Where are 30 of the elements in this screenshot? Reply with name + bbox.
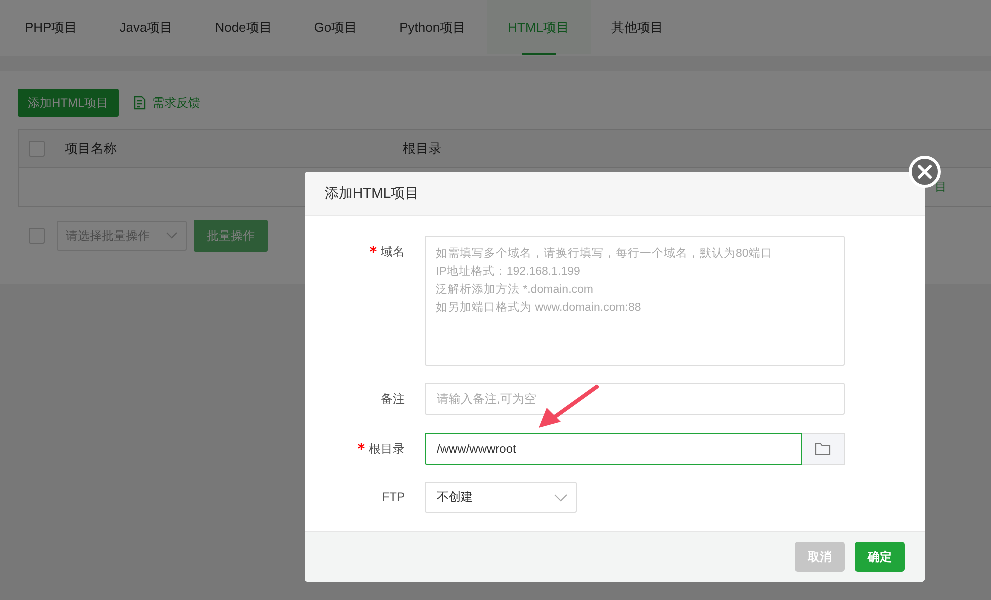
- path-field[interactable]: /www/wwwroot: [425, 433, 802, 465]
- tab[interactable]: HTML项目: [487, 0, 590, 56]
- checkbox[interactable]: [29, 140, 45, 156]
- tab[interactable]: PHP项目: [4, 0, 99, 56]
- tab[interactable]: Go项目: [293, 0, 379, 56]
- checkbox[interactable]: [29, 228, 45, 244]
- folder-icon: [815, 442, 831, 456]
- column-header: 根目录: [403, 140, 442, 158]
- edit-icon: [132, 96, 147, 110]
- chevron-icon: [166, 232, 178, 240]
- dialog-title: 添加HTML项目: [305, 172, 925, 216]
- table-cell[interactable]: 目: [935, 178, 947, 196]
- field-label: FTP: [381, 489, 405, 506]
- note-field[interactable]: 请输入备注,可为空: [425, 383, 845, 415]
- confirm-button[interactable]: 确定: [855, 542, 905, 572]
- domain-field[interactable]: 如需填写多个域名，请换行填写，每行一个域名，默认为80端口 IP地址格式：192.168.1.199 泛解析添加方法 *.domain.com 如另加端口格式为 www.domain.com:88: [425, 236, 845, 366]
- tab[interactable]: 其他项目: [590, 0, 684, 56]
- tab[interactable]: Python项目: [378, 0, 488, 56]
- chevron-icon: [554, 494, 568, 502]
- feedback-link[interactable]: 需求反馈: [132, 94, 201, 112]
- field-label: 备注: [380, 391, 405, 408]
- field-label: 根目录: [369, 441, 405, 458]
- arrow-annotation: [537, 384, 601, 430]
- add-project-button[interactable]: 添加HTML项目: [18, 89, 119, 117]
- folder-button[interactable]: [802, 433, 845, 465]
- field-label: 域名: [381, 244, 405, 261]
- tab[interactable]: Node项目: [194, 0, 294, 56]
- tab[interactable]: Java项目: [98, 0, 194, 56]
- ftp-select[interactable]: 不创建: [425, 482, 577, 513]
- column-header: 项目名称: [65, 140, 118, 158]
